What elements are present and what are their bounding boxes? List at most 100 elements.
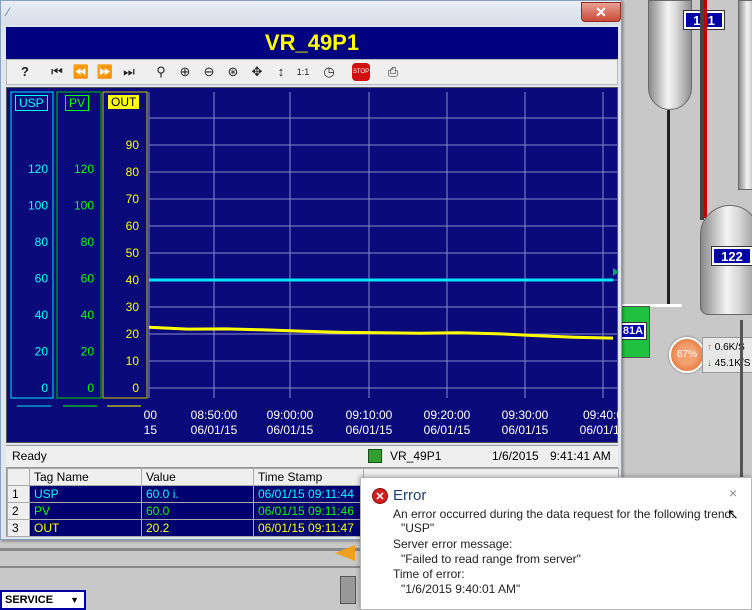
x-tick-date: 06/01/15 [346,423,393,437]
row-tag: OUT [29,519,142,537]
row-value: 20.2 [141,519,254,537]
out-tick-label: 30 [126,300,140,314]
window-titlebar[interactable]: ⁄ [1,1,621,25]
pv-tick-label: 100 [74,199,94,213]
help-icon[interactable]: ? [15,62,35,82]
error-time-label: Time of error: [393,567,465,581]
first-icon[interactable]: ⏮ [47,62,67,82]
service-dropdown[interactable]: SERVICE ▼ [0,590,86,610]
trend-title: VR_49P1 [6,27,618,59]
status-time: 9:41:41 AM [550,449,611,463]
row-index: 2 [7,502,30,520]
usp-tick-label: 80 [35,235,49,249]
x-tick-time: 09:10:00 [346,408,393,422]
pipe-bottom-2 [0,566,360,568]
pv-axis-strip [56,91,102,399]
out-tick-label: 0 [132,381,139,395]
back-fast-icon[interactable]: ⏪ [71,62,91,82]
pv-tick-label: 120 [74,162,94,176]
header-time-stamp[interactable]: Time Stamp [253,468,364,486]
chevron-down-icon: ▼ [70,595,79,605]
status-bar: Ready VR_49P1 1/6/2015 9:41:41 AM [6,445,618,467]
status-text: Ready [12,449,47,463]
status-trend-name: VR_49P1 [390,449,442,463]
x-tick-time: 08:50:00 [191,408,238,422]
service-label: SERVICE [5,594,54,606]
trend-window: ⁄ ✕ VR_49P1 ? ⏮ ⏪ ⏩ ⏭ ⚲ ⊕ ⊖ ⊛ ✥ ↕ 1:1 ◷ … [0,0,622,540]
error-tag: "USP" [401,521,435,535]
flow-value-2: 45.1K/S [714,358,751,369]
out-tick-label: 70 [126,192,140,206]
usp-tick-label: 100 [28,199,48,213]
out-tick-label: 40 [126,273,140,287]
flow-up-icon: ↑ [707,342,712,353]
trend-plot-area[interactable]: 120 100 80 60 40 20 0 120 100 80 60 40 20 0 90 80 70 60 50… [6,87,619,443]
pan-icon[interactable]: ✥ [247,62,267,82]
vessel-right-small [738,0,752,190]
row-index: 3 [7,519,30,537]
x-tick-date: 06/01/15 [267,423,314,437]
error-icon: ✕ [372,488,388,504]
out-tick-label: 50 [126,246,140,260]
pipe-bottom-1 [0,548,360,551]
out-tick-label: 90 [126,138,140,152]
tag-122[interactable]: 122 [711,246,752,266]
row-value: 60.0 i. [141,485,254,503]
percent-gauge[interactable]: 67% [669,337,705,373]
stop-label: STOP [352,63,370,81]
x-tick-time: 09:40:0 [583,408,619,422]
zoom-icon[interactable]: ⚲ [151,62,171,82]
row-index: 1 [7,485,30,503]
header-value[interactable]: Value [141,468,254,486]
close-button[interactable]: ✕ [581,2,621,22]
x-tick-time: 09:20:00 [424,408,471,422]
grid-lines [148,92,617,398]
zoom-out-icon[interactable]: ⊖ [199,62,219,82]
last-icon[interactable]: ⏭ [119,62,139,82]
x-tick-time: 00 [144,408,158,422]
tag-81a[interactable]: 81A [619,322,647,340]
error-server-message: "Failed to read range from server" [401,552,581,566]
timer-icon[interactable]: ◷ [319,62,339,82]
status-date: 1/6/2015 [492,449,539,463]
x-axis-labels: 001508:50:0006/01/1509:00:0006/01/1509:1… [144,408,619,437]
stop-icon[interactable]: STOP [351,62,371,82]
x-tick-date: 06/01/15 [424,423,471,437]
x-tick-time: 09:30:00 [502,408,549,422]
usp-tick-label: 0 [41,381,48,395]
zoom-fit-icon[interactable]: ⊛ [223,62,243,82]
x-tick-time: 09:00:00 [267,408,314,422]
x-tick-date: 06/01/15 [502,423,549,437]
usp-tick-label: 40 [35,308,49,322]
app-icon: ⁄ [7,5,10,19]
pv-tick-label: 40 [81,308,95,322]
header-tag-name[interactable]: Tag Name [29,468,142,486]
toolbar: ? ⏮ ⏪ ⏩ ⏭ ⚲ ⊕ ⊖ ⊛ ✥ ↕ 1:1 ◷ STOP ⎙ [6,59,618,85]
x-tick-date: 15 [144,423,158,437]
print-icon[interactable]: ⎙ [383,62,403,82]
usp-axis-label[interactable]: USP [15,95,48,111]
out-axis-label[interactable]: OUT [108,95,140,109]
mouse-cursor-icon: ↖ [727,506,739,522]
percent-value: 67% [676,349,697,360]
pipe-vertical [667,110,670,305]
pv-tick-label: 60 [81,272,95,286]
error-title: Error [393,487,427,504]
trend-chart: 1201008060402001201008060402009080706050… [10,91,619,437]
close-icon[interactable]: × [729,485,737,501]
zoom-in-icon[interactable]: ⊕ [175,62,195,82]
one-to-one-icon[interactable]: 1:1 [293,62,313,82]
out-tick-label: 10 [126,354,140,368]
error-popup: ✕ Error × An error occurred during the d… [360,477,752,610]
pv-tick-label: 80 [81,235,95,249]
usp-tick-label: 120 [28,162,48,176]
vertical-zoom-icon[interactable]: ↕ [271,62,291,82]
row-tag: PV [29,502,142,520]
pv-axis-label[interactable]: PV [65,95,90,111]
usp-tick-label: 60 [35,272,49,286]
forward-fast-icon[interactable]: ⏩ [95,62,115,82]
header-index [7,468,30,486]
valve-body [340,576,356,604]
row-timestamp: 06/01/15 09:11:46 [253,502,364,520]
out-tick-label: 20 [126,327,140,341]
